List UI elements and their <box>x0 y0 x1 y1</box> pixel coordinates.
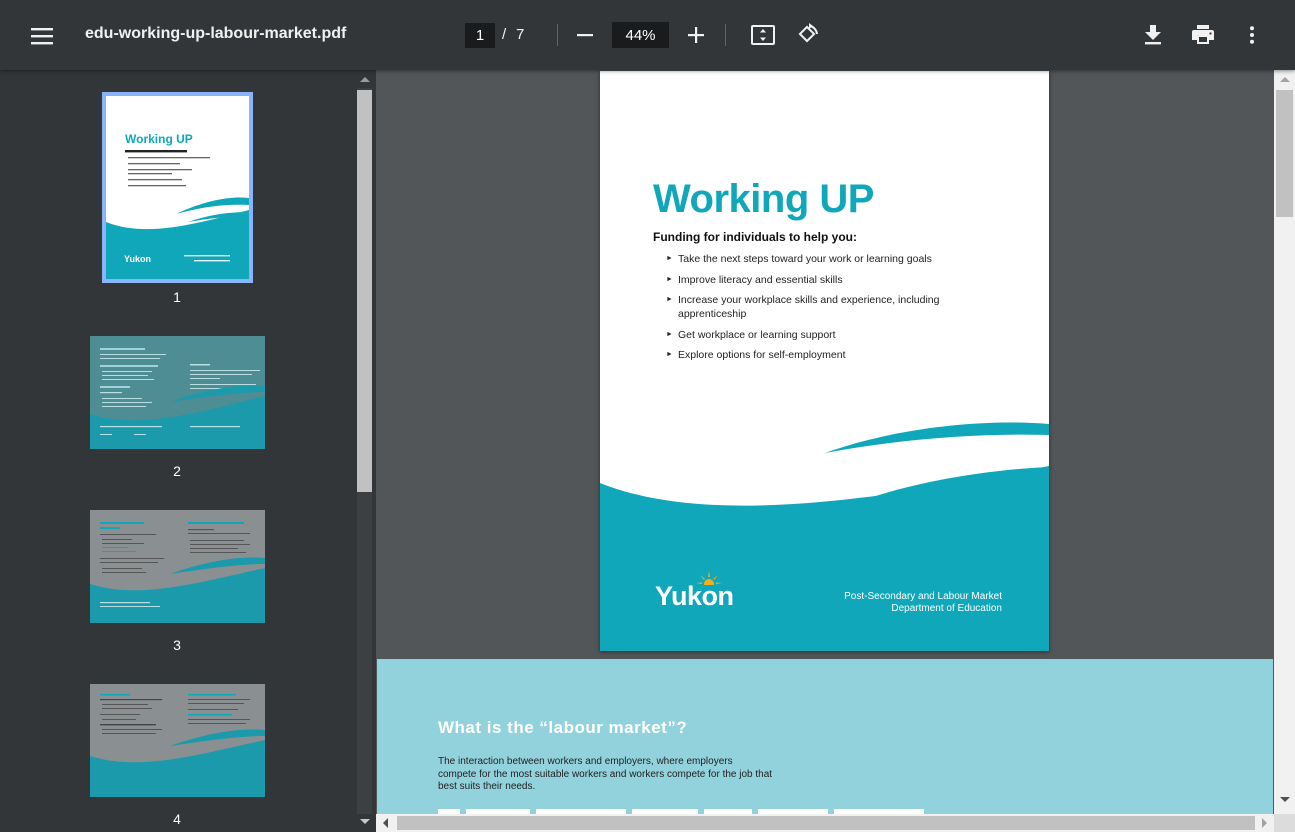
page-thumbnail-preview <box>90 510 265 623</box>
pdf-page-1: Working UP Funding for individuals to he… <box>600 71 1049 651</box>
print-icon <box>1192 25 1214 44</box>
thumbnail-sidebar: Working UP Yukon 1 2 3 4 <box>0 70 354 832</box>
department-line: Department of Education <box>891 603 1002 614</box>
thumbnail-label: 3 <box>173 637 181 653</box>
scroll-up-arrow-icon[interactable] <box>360 77 370 82</box>
viewer-horizontal-scrollbar[interactable] <box>376 814 1274 832</box>
zoom-out-button[interactable] <box>571 20 599 50</box>
scroll-right-arrow-icon[interactable] <box>1262 818 1267 828</box>
thumbnail-label: 2 <box>173 463 181 479</box>
horizontal-scroll-thumb[interactable] <box>397 816 1255 830</box>
download-button[interactable] <box>1139 20 1167 50</box>
scroll-down-arrow-icon[interactable] <box>1280 797 1290 802</box>
department-info: Post-Secondary and Labour Market Departm… <box>844 591 1002 615</box>
scrollbar-corner <box>1274 814 1295 832</box>
svg-text:Yukon: Yukon <box>124 254 151 264</box>
list-item: Improve literacy and essential skills <box>666 273 966 287</box>
sidebar-scrollbar[interactable] <box>354 70 376 832</box>
section-heading: What is the “labour market”? <box>438 718 688 737</box>
viewer-vertical-scrollbar[interactable] <box>1274 70 1295 814</box>
section-body: The interaction between workers and empl… <box>438 756 773 792</box>
benefit-list: Take the next steps toward your work or … <box>666 252 966 369</box>
document-heading: Working UP <box>653 177 874 221</box>
thumbnail-label: 4 <box>173 811 181 827</box>
toolbar-divider <box>557 24 558 46</box>
fit-to-page-button[interactable] <box>748 20 778 50</box>
fit-page-icon <box>751 25 775 45</box>
pdf-page-2: What is the “labour market”? The interac… <box>377 659 1273 814</box>
page-separator: / <box>502 26 507 43</box>
scroll-left-arrow-icon[interactable] <box>383 818 388 828</box>
document-subheading: Funding for individuals to help you: <box>653 230 857 244</box>
zoom-in-button[interactable] <box>682 20 710 50</box>
rotate-icon <box>798 23 818 43</box>
toolbar-divider <box>725 24 726 46</box>
list-item: Get workplace or learning support <box>666 328 966 342</box>
minus-icon <box>577 34 593 37</box>
list-item: Explore options for self-employment <box>666 348 966 362</box>
menu-icon <box>31 28 53 45</box>
plus-icon <box>688 27 704 43</box>
scroll-down-arrow-icon[interactable] <box>360 819 370 824</box>
page-number-input[interactable]: 1 <box>465 23 495 48</box>
sidebar-scroll-thumb[interactable] <box>357 90 372 492</box>
document-viewer[interactable]: Working UP Funding for individuals to he… <box>376 70 1274 814</box>
list-item: Take the next steps toward your work or … <box>666 252 966 266</box>
document-title: edu-working-up-labour-market.pdf <box>85 25 347 42</box>
menu-button[interactable] <box>26 20 58 52</box>
yukon-logo: Yukon <box>655 581 734 611</box>
scroll-up-arrow-icon[interactable] <box>1280 77 1290 82</box>
vertical-scroll-thumb[interactable] <box>1276 90 1293 217</box>
page-thumbnail-preview: Working UP Yukon <box>106 96 249 279</box>
print-button[interactable] <box>1188 20 1218 50</box>
page-thumbnail-preview <box>90 336 265 449</box>
page-total: 7 <box>516 26 525 43</box>
list-item: Increase your workplace skills and exper… <box>666 293 966 321</box>
thumbnail-label: 1 <box>173 289 181 305</box>
download-icon <box>1145 25 1161 45</box>
rotate-button[interactable] <box>793 20 823 50</box>
more-vert-icon <box>1250 26 1254 44</box>
page-thumbnail[interactable] <box>90 336 265 449</box>
more-actions-button[interactable] <box>1240 20 1264 50</box>
department-line: Post-Secondary and Labour Market <box>844 591 1002 602</box>
page-thumbnail[interactable] <box>90 510 265 623</box>
page-thumbnail-preview <box>90 684 265 797</box>
svg-text:Working UP: Working UP <box>125 132 193 146</box>
page-thumbnail[interactable]: Working UP Yukon <box>102 92 253 283</box>
page-thumbnail[interactable] <box>90 684 265 797</box>
toolbar: edu-working-up-labour-market.pdf 1 / 7 4… <box>0 0 1295 70</box>
zoom-input[interactable]: 44% <box>612 22 669 48</box>
